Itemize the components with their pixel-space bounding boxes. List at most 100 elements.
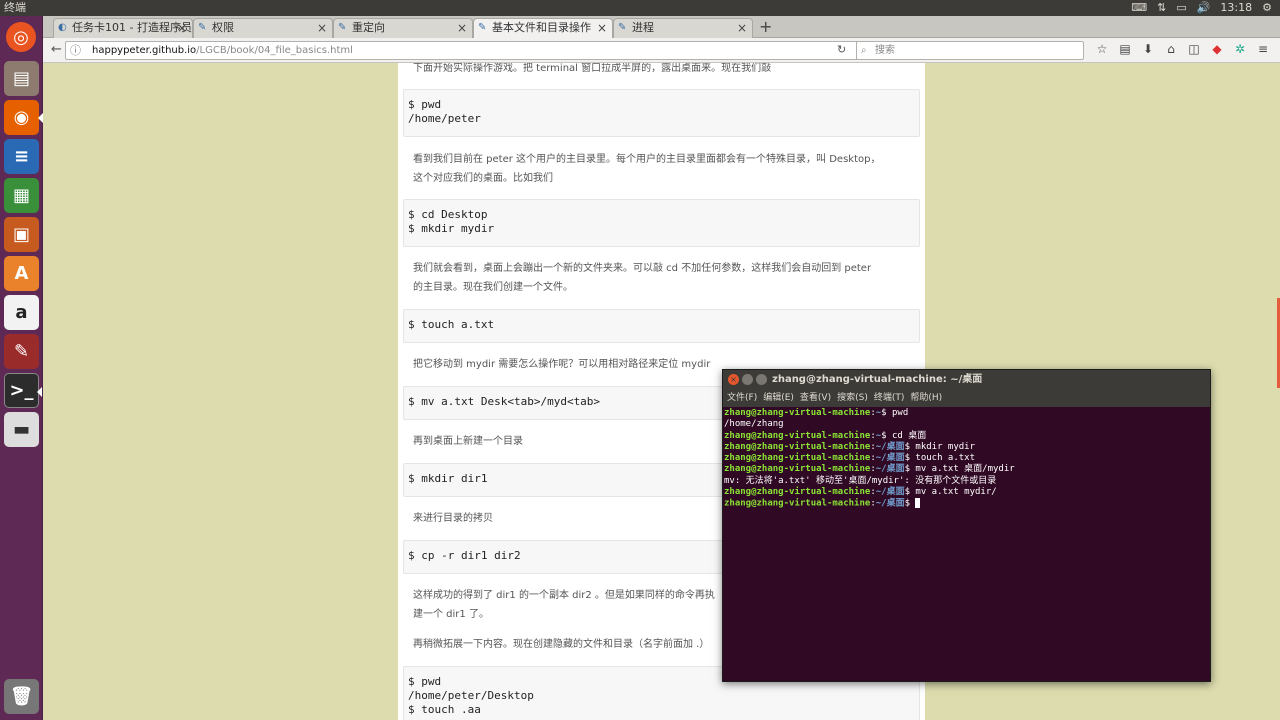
terminal-line: /home/zhang bbox=[724, 419, 1209, 430]
tab-label: 任务卡101 - 打造程序员 bbox=[72, 21, 192, 34]
terminal-line: zhang@zhang-virtual-machine:~/桌面$ mv a.t… bbox=[724, 464, 1209, 475]
url-path: /LGCB/book/04_file_basics.html bbox=[196, 45, 353, 56]
paragraph: 看到我们目前在 peter 这个用户的主目录里。每个用户的主目录里面都会有一个特… bbox=[413, 154, 881, 165]
tab-file-basics[interactable]: ✎ 基本文件和目录操作 × bbox=[473, 18, 613, 38]
power-icon[interactable]: ⚙ bbox=[1262, 0, 1272, 16]
new-tab-button[interactable]: + bbox=[759, 17, 772, 36]
close-button[interactable]: × bbox=[728, 374, 739, 385]
ubuntu-dash-icon[interactable]: ◎ bbox=[6, 22, 36, 52]
extension-icon[interactable]: ✲ bbox=[1233, 42, 1247, 56]
prompt-path: ~/桌面 bbox=[875, 487, 905, 498]
addon-icon[interactable]: ◆ bbox=[1210, 42, 1224, 56]
page-icon: ✎ bbox=[618, 22, 627, 33]
close-icon[interactable]: × bbox=[317, 19, 327, 37]
prompt-path: ~/桌面 bbox=[875, 441, 905, 452]
menu-icon[interactable]: ≡ bbox=[1256, 42, 1270, 56]
page-icon: ✎ bbox=[478, 22, 487, 33]
trash-icon[interactable]: 🗑 bbox=[4, 679, 39, 714]
url-field[interactable]: ⓘ happypeter.github.io/LGCB/book/04_file… bbox=[65, 41, 873, 60]
prompt-command: $ bbox=[904, 498, 916, 509]
close-icon[interactable]: × bbox=[737, 19, 747, 37]
search-icon: ⌕ bbox=[861, 45, 867, 56]
network-icon[interactable]: ⇅ bbox=[1157, 0, 1166, 16]
clock[interactable]: 13:18 bbox=[1220, 0, 1252, 16]
prompt-path: ~/桌面 bbox=[875, 464, 905, 475]
tab-label: 进程 bbox=[632, 21, 654, 34]
page-icon: ✎ bbox=[198, 22, 207, 33]
reload-icon[interactable]: ↻ bbox=[837, 43, 853, 58]
terminal-title: zhang@zhang-virtual-machine: ~/桌面 bbox=[772, 374, 983, 385]
pocket-icon[interactable]: ◫ bbox=[1187, 42, 1201, 56]
url-domain: happypeter.github.io bbox=[92, 45, 197, 56]
terminal-icon[interactable]: >_ bbox=[4, 373, 42, 408]
menu-search[interactable]: 搜索(S) bbox=[837, 390, 868, 407]
text-cursor bbox=[915, 498, 921, 509]
close-icon[interactable]: × bbox=[457, 19, 467, 37]
tab-task-card[interactable]: ◐ 任务卡101 - 打造程序员 × bbox=[53, 18, 193, 38]
navigation-bar: ← ⓘ happypeter.github.io/LGCB/book/04_fi… bbox=[43, 38, 1280, 63]
prompt-command: $ mv a.txt mydir/ bbox=[904, 487, 997, 498]
menu-edit[interactable]: 编辑(E) bbox=[763, 390, 794, 407]
menu-view[interactable]: 查看(V) bbox=[800, 390, 831, 407]
prompt-command: $ mv a.txt 桌面/mydir bbox=[904, 464, 1015, 475]
prompt-command: $ pwd bbox=[881, 408, 909, 418]
prompt-user: zhang@zhang-virtual-machine bbox=[724, 487, 871, 498]
prompt-command: $ touch a.txt bbox=[904, 453, 976, 464]
terminal-line: zhang@zhang-virtual-machine:~$ pwd bbox=[724, 408, 1209, 419]
paragraph: 下面开始实际操作游戏。把 terminal 窗口拉成半屏的，露出桌面来。现在我们… bbox=[413, 63, 772, 74]
tab-process[interactable]: ✎ 进程 × bbox=[613, 18, 753, 38]
menu-file[interactable]: 文件(F) bbox=[727, 390, 757, 407]
search-input[interactable]: ⌕ 搜索 bbox=[856, 41, 1084, 60]
bookmark-star-icon[interactable]: ☆ bbox=[1095, 42, 1109, 56]
terminal-output-text: /home/zhang bbox=[724, 419, 784, 430]
volume-icon[interactable]: 🔊 bbox=[1197, 0, 1211, 16]
menu-terminal[interactable]: 终端(T) bbox=[874, 390, 905, 407]
prompt-path: ~/桌面 bbox=[875, 498, 905, 509]
tab-permissions[interactable]: ✎ 权限 × bbox=[193, 18, 333, 38]
terminal-titlebar[interactable]: × zhang@zhang-virtual-machine: ~/桌面 bbox=[723, 370, 1210, 390]
terminal-line: mv: 无法将'a.txt' 移动至'桌面/mydir': 没有那个文件或目录 bbox=[724, 476, 1209, 487]
code-block: $ pwd /home/peter bbox=[403, 89, 920, 137]
prompt-path: ~/桌面 bbox=[875, 453, 905, 464]
info-icon[interactable]: ⓘ bbox=[70, 42, 81, 59]
tab-redirect[interactable]: ✎ 重定向 × bbox=[333, 18, 473, 38]
writer-icon[interactable]: ≡ bbox=[4, 139, 39, 174]
battery-icon[interactable]: ▭ bbox=[1176, 0, 1186, 16]
launcher: ◎ ▤ ◉ ≡ ▦ ▣ A a ✎ >_ ▬ 🗑 bbox=[0, 16, 43, 720]
indicator-area: ⌨ ⇅ ▭ 🔊 13:18 ⚙ bbox=[1131, 0, 1272, 16]
reading-list-icon[interactable]: ▤ bbox=[1118, 42, 1132, 56]
prompt-user: zhang@zhang-virtual-machine bbox=[724, 464, 871, 475]
code-block: $ touch a.txt bbox=[403, 309, 920, 343]
prompt-command: $ mkdir mydir bbox=[904, 441, 976, 452]
terminal-window[interactable]: × zhang@zhang-virtual-machine: ~/桌面 文件(F… bbox=[722, 369, 1211, 682]
terminal-output[interactable]: zhang@zhang-virtual-machine:~$ pwd/home/… bbox=[724, 408, 1209, 681]
system-settings-icon[interactable]: ✎ bbox=[4, 334, 39, 369]
toolbar-icons: ☆ ▤ ⬇ ⌂ ◫ ◆ ✲ ≡ bbox=[1095, 42, 1270, 56]
software-center-icon[interactable]: A bbox=[4, 256, 39, 291]
close-icon[interactable]: × bbox=[177, 19, 187, 37]
github-icon: ◐ bbox=[58, 22, 67, 33]
calc-icon[interactable]: ▦ bbox=[4, 178, 39, 213]
files-icon[interactable]: ▤ bbox=[4, 61, 39, 96]
prompt-user: zhang@zhang-virtual-machine bbox=[724, 453, 871, 464]
terminal-line: zhang@zhang-virtual-machine:~$ cd 桌面 bbox=[724, 431, 1209, 442]
keyboard-icon[interactable]: ⌨ bbox=[1131, 0, 1147, 16]
menu-help[interactable]: 帮助(H) bbox=[910, 390, 942, 407]
tab-bar: ◐ 任务卡101 - 打造程序员 × ✎ 权限 × ✎ 重定向 × ✎ 基本文件… bbox=[43, 16, 1280, 38]
home-icon[interactable]: ⌂ bbox=[1164, 42, 1178, 56]
amazon-icon[interactable]: a bbox=[4, 295, 39, 330]
impress-icon[interactable]: ▣ bbox=[4, 217, 39, 252]
close-icon[interactable]: × bbox=[597, 19, 607, 37]
maximize-button[interactable] bbox=[756, 374, 767, 385]
paragraph: 的主目录。现在我们创建一个文件。 bbox=[413, 282, 573, 293]
drive-icon[interactable]: ▬ bbox=[4, 412, 39, 447]
download-icon[interactable]: ⬇ bbox=[1141, 42, 1155, 56]
firefox-icon[interactable]: ◉ bbox=[4, 100, 43, 135]
terminal-menubar: 文件(F) 编辑(E) 查看(V) 搜索(S) 终端(T) 帮助(H) bbox=[723, 390, 1210, 407]
terminal-output-text: mv: 无法将'a.txt' 移动至'桌面/mydir': 没有那个文件或目录 bbox=[724, 475, 997, 486]
minimize-button[interactable] bbox=[742, 374, 753, 385]
tab-label: 基本文件和目录操作 bbox=[492, 21, 591, 34]
top-panel: 终端 ⌨ ⇅ ▭ 🔊 13:18 ⚙ bbox=[0, 0, 1280, 16]
active-app-title: 终端 bbox=[4, 1, 26, 14]
back-arrow-icon[interactable]: ← bbox=[51, 42, 62, 57]
